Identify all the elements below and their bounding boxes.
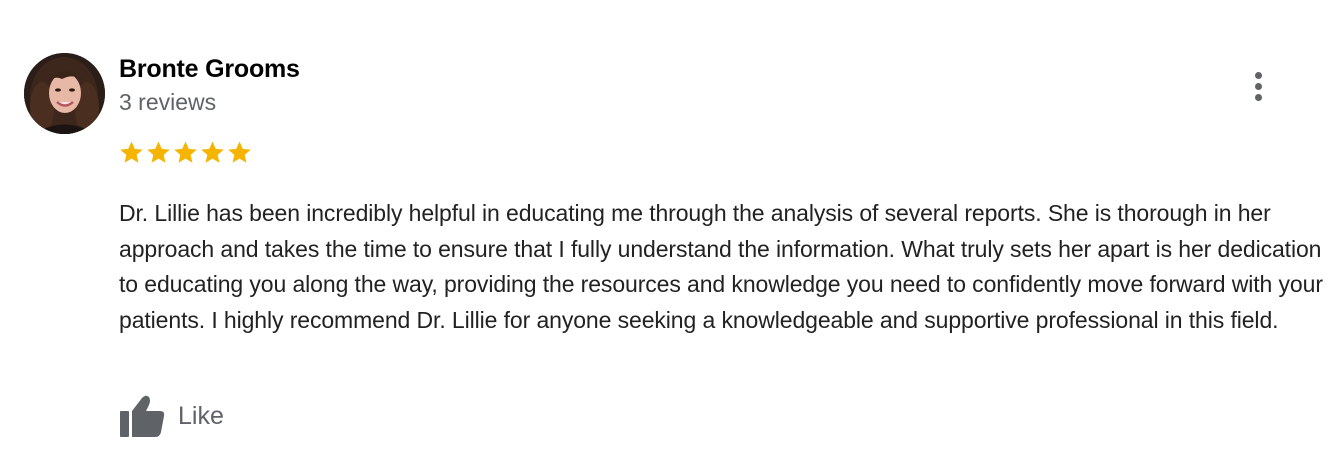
star-icon bbox=[120, 141, 143, 163]
more-vert-icon-dot bbox=[1255, 83, 1262, 90]
review-card: Bronte Grooms 3 reviews Dr. Lillie has b… bbox=[0, 0, 1334, 454]
author-review-count[interactable]: 3 reviews bbox=[119, 89, 216, 116]
star-icon bbox=[147, 141, 170, 163]
star-icon bbox=[174, 141, 197, 163]
more-vert-icon bbox=[1255, 72, 1262, 79]
star-rating bbox=[118, 139, 253, 167]
more-vert-icon-dot bbox=[1255, 94, 1262, 101]
star-icon bbox=[201, 141, 224, 163]
thumbs-up-icon bbox=[120, 395, 165, 437]
more-options-button[interactable] bbox=[1244, 70, 1274, 104]
like-button[interactable]: Like bbox=[118, 394, 224, 438]
review-text: Dr. Lillie has been incredibly helpful i… bbox=[119, 200, 1323, 333]
avatar[interactable] bbox=[24, 53, 105, 134]
author-name[interactable]: Bronte Grooms bbox=[119, 55, 300, 84]
star-icon bbox=[228, 141, 251, 163]
like-label: Like bbox=[178, 401, 224, 430]
